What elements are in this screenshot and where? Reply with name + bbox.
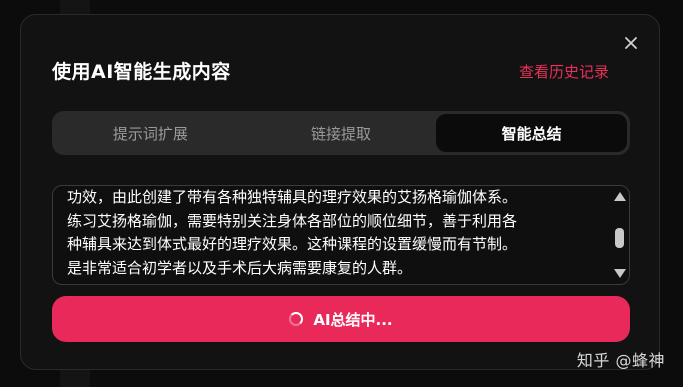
summary-line: 功效，由此创建了带有各种独特辅具的理疗效果的艾扬格瑜伽体系。 <box>67 188 518 206</box>
summary-line: 练习艾扬格瑜伽，需要特别关注身体各部位的顺位细节，善于利用各 <box>67 211 518 230</box>
spinner-icon <box>289 312 304 326</box>
summary-textarea[interactable]: 功效，由此创建了带有各种独特辅具的理疗效果的艾扬格瑜伽体系。 练习艾扬格瑜伽，需… <box>52 185 630 285</box>
textarea-scrollbar[interactable] <box>611 188 627 282</box>
tab-prompt-expand[interactable]: 提示词扩展 <box>55 114 246 152</box>
tab-smart-summary[interactable]: 智能总结 <box>436 114 628 152</box>
scroll-up-icon[interactable] <box>614 192 626 201</box>
tab-link-extract[interactable]: 链接提取 <box>246 114 437 152</box>
ai-generate-dialog: 使用AI智能生成内容 查看历史记录 提示词扩展 链接提取 智能总结 功效，由此创… <box>20 14 660 370</box>
close-icon[interactable] <box>623 35 639 51</box>
summary-line: 种辅具来达到体式最好的理疗效果。这种课程的设置缓慢而有节制。 <box>67 235 518 253</box>
scroll-down-icon[interactable] <box>614 269 626 278</box>
summary-text: 功效，由此创建了带有各种独特辅具的理疗效果的艾扬格瑜伽体系。 练习艾扬格瑜伽，需… <box>67 186 605 280</box>
ai-summarize-button[interactable]: AI总结中... <box>52 296 630 342</box>
summary-line: 是非常适合初学者以及手术后大病需要康复的人群。 <box>67 258 413 277</box>
scrollbar-thumb[interactable] <box>615 228 624 248</box>
ai-summarize-label: AI总结中... <box>313 310 393 329</box>
mode-tabs: 提示词扩展 链接提取 智能总结 <box>52 111 630 155</box>
view-history-link[interactable]: 查看历史记录 <box>519 61 609 82</box>
watermark: 知乎 @蜂神 <box>576 351 665 370</box>
dialog-title: 使用AI智能生成内容 <box>52 61 231 83</box>
